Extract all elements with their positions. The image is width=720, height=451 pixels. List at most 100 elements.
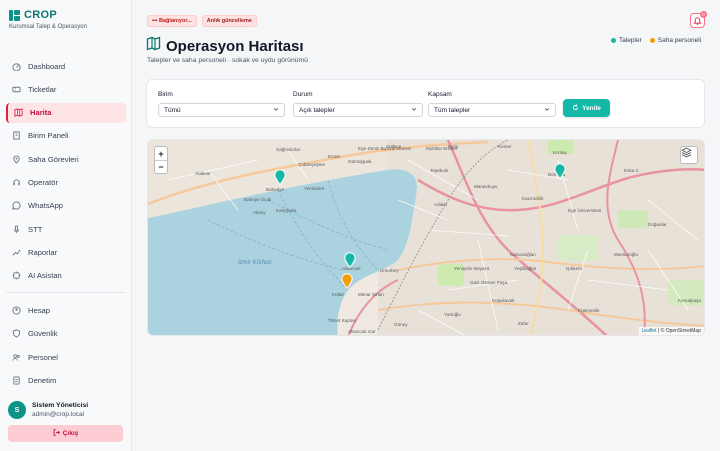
sidebar: CROP Kurumsal Talep & Operasyon Dashboar…: [0, 0, 132, 451]
nav-item-label: Harita: [30, 108, 52, 118]
nav-divider: [6, 291, 126, 293]
map-place-label: Yenisahre: [304, 186, 325, 191]
filter-card: Birim Tümü Durum Açık talepler Kapsam Tü…: [146, 79, 705, 128]
nav-item-saha-gorevleri[interactable]: Saha Görevleri: [6, 149, 126, 169]
page-subtitle: Talepler ve saha personeli · sokak ve uy…: [147, 57, 308, 64]
map-icon: [146, 36, 161, 56]
map-place-label: Umurbey: [380, 268, 399, 273]
legend-dot: [611, 38, 616, 43]
nav-item-label: Denetim: [28, 376, 57, 386]
notifications-button[interactable]: 0: [690, 11, 707, 28]
chevron-down-icon: [544, 106, 550, 114]
map-view[interactable]: Sütlüce Eyüp Gümüşpala Emek Sağmalcılar …: [147, 139, 705, 336]
map-place-label: Yenişehir Beyazıt: [454, 266, 490, 271]
nav-item-ticketlar[interactable]: Ticketlar: [6, 79, 126, 99]
nav-item-birim-paneli[interactable]: Birim Paneli: [6, 126, 126, 146]
shield-icon: [12, 329, 21, 339]
map-place-label: Bahriye Üçok: [244, 197, 272, 202]
nav-item-guvenlik[interactable]: Güvenlik: [6, 324, 126, 344]
user-card: S Sistem Yöneticisi admin@crop.local: [8, 401, 88, 419]
map-place-label: Karacaoğlan: [510, 252, 536, 257]
wifi-off-icon: ⊶: [152, 18, 158, 24]
map-place-label: Koşukavak: [492, 298, 515, 303]
map-place-label: Güney: [394, 322, 408, 327]
legend-dot: [649, 38, 655, 43]
unit-filter: Birim Tümü: [158, 91, 285, 117]
nav-item-label: Saha Görevleri: [28, 154, 79, 164]
brand-subtitle: Kurumsal Talep & Operasyon: [9, 24, 87, 30]
main-nav: Dashboard Ticketlar Harita Birim Paneli …: [6, 56, 126, 394]
live-update-badge: Anlık güncelleme: [201, 15, 257, 27]
unit-filter-label: Birim: [158, 91, 173, 98]
map-place-label: Tepekule: [430, 168, 449, 173]
nav-item-label: Operatör: [28, 177, 58, 187]
nav-item-dashboard[interactable]: Dashboard: [6, 56, 126, 76]
user-name: Sistem Yöneticisi: [32, 402, 89, 409]
nav-item-stt[interactable]: STT: [6, 219, 126, 239]
map-place-label: Atakent: [195, 171, 211, 176]
nav-item-hesap[interactable]: Hesap: [6, 301, 126, 321]
zoom-in-button[interactable]: +: [155, 147, 167, 160]
scope-select[interactable]: Tüm talepler: [428, 103, 556, 117]
status-select-value: Açık talepler: [299, 106, 335, 114]
scope-filter-label: Kapsam: [428, 91, 452, 98]
talep-marker[interactable]: [344, 252, 356, 268]
legend-label: Saha personeli: [657, 37, 702, 44]
nav-item-whatsapp[interactable]: WhatsApp: [6, 196, 126, 216]
nav-item-operator[interactable]: Operatör: [6, 172, 126, 192]
map-place-label: Kültür: [332, 292, 345, 297]
refresh-button[interactable]: Yenile: [563, 99, 610, 117]
talep-marker[interactable]: [554, 163, 566, 179]
scope-select-value: Tüm talepler: [434, 106, 471, 114]
map-place-label: Karşıyaka: [276, 208, 297, 213]
nav-item-personel[interactable]: Personel: [6, 347, 126, 367]
map-place-label: Bahariye: [266, 187, 285, 192]
nav-item-label: STT: [28, 224, 43, 234]
logout-button[interactable]: Çıkış: [8, 425, 123, 442]
talep-marker[interactable]: [274, 169, 286, 185]
map-place-label: Kızılay: [553, 150, 567, 155]
leaflet-link[interactable]: Leaflet: [642, 328, 657, 334]
map-legend: Talepler Saha personeli: [611, 37, 701, 44]
map-place-label: Mansuroğlu: [614, 252, 639, 257]
scope-filter: Kapsam Tüm talepler: [428, 91, 556, 117]
zoom-out-button[interactable]: −: [155, 160, 167, 173]
map-place-label: Ege Üniversitesi: [568, 208, 602, 213]
nav-item-harita[interactable]: Harita: [6, 102, 126, 123]
nav-item-label: Personel: [28, 352, 58, 362]
audit-icon: [12, 376, 21, 385]
osm-attribution: | © OpenStreetMap: [657, 328, 701, 334]
layers-button[interactable]: [680, 146, 698, 164]
chevron-down-icon: [411, 106, 417, 114]
avatar: S: [8, 401, 26, 419]
map-place-label: Kemalpaşa: [678, 298, 701, 303]
legend-item-talepler: Talepler: [611, 37, 642, 44]
status-filter-label: Durum: [293, 91, 313, 98]
refresh-icon: [572, 103, 579, 113]
map-place-label: Gümüşpala: [348, 159, 372, 164]
saha-personeli-marker[interactable]: [341, 273, 353, 289]
map-icon: [14, 108, 23, 117]
map-place-label: Evka 3: [624, 168, 639, 173]
map-place-label: Işıkkent: [566, 266, 582, 271]
logout-icon: [53, 429, 60, 438]
map-place-label: Doğanlar: [648, 222, 667, 227]
map-place-label: Yurtoğlu: [444, 312, 461, 317]
nav-item-label: Ticketlar: [28, 84, 57, 94]
map-place-label: Zafer: [518, 321, 529, 326]
nav-item-denetim[interactable]: Denetim: [6, 371, 126, 391]
refresh-label: Yenile: [582, 104, 601, 112]
nav-item-label: AI Asistan: [28, 271, 62, 281]
status-select[interactable]: Açık talepler: [293, 103, 423, 117]
map-place-label: Tilmet Kaptan: [328, 318, 357, 323]
map-tiles: [148, 140, 704, 335]
nav-item-label: Güvenlik: [28, 329, 58, 339]
nav-item-ai-asistan[interactable]: AI Asistan: [6, 266, 126, 286]
map-place-label: Egemenlik: [578, 308, 600, 313]
map-place-label: Yeşilbağlar: [514, 266, 537, 271]
users-icon: [12, 353, 21, 362]
nav-item-raporlar[interactable]: Raporlar: [6, 242, 126, 262]
page-header: Operasyon Haritası: [146, 36, 304, 56]
brand-logo-icon: [9, 9, 20, 21]
unit-select[interactable]: Tümü: [158, 103, 285, 117]
